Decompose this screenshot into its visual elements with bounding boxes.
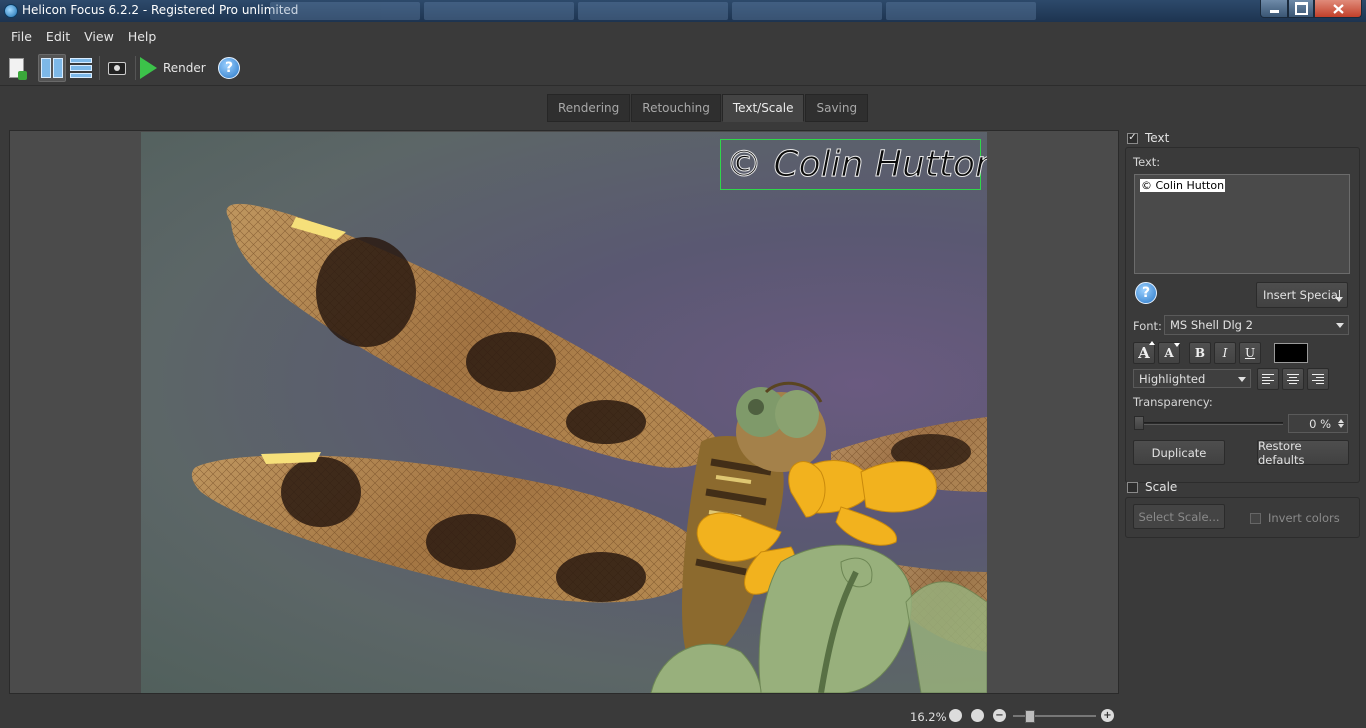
zoom-in-icon[interactable]: + — [1101, 709, 1114, 722]
scale-enabled-label: Scale — [1145, 480, 1178, 494]
dragonfly-photo[interactable]: © Colin Hutton — [141, 132, 987, 693]
text-input[interactable]: © Colin Hutton — [1134, 174, 1350, 274]
toolbar: Render ? — [0, 50, 1366, 86]
align-right-icon — [1312, 374, 1324, 384]
align-left-button[interactable] — [1257, 368, 1279, 390]
text-enabled-checkbox[interactable]: ✓ — [1127, 132, 1138, 144]
text-section-header: ✓ Text — [1127, 131, 1169, 145]
image-viewer[interactable]: © Colin Hutton — [9, 130, 1119, 694]
transparency-value: 0 % — [1309, 416, 1331, 431]
increase-font-button[interactable]: A — [1133, 341, 1155, 364]
stacked-view-button[interactable] — [68, 54, 94, 82]
font-increase-icon: A — [1138, 341, 1155, 362]
zoom-level: 16.2% — [910, 710, 947, 724]
text-scale-panel: ✓ Text Text: © Colin Hutton ? Insert Spe… — [1124, 128, 1360, 548]
text-style-select[interactable]: Highlighted — [1133, 369, 1251, 388]
italic-button[interactable]: I — [1214, 342, 1236, 364]
zoom-out-icon[interactable]: − — [993, 709, 1006, 722]
text-field-label: Text: — [1133, 155, 1161, 169]
scale-options-group: Select Scale... Invert colors — [1125, 497, 1360, 538]
tab-retouching[interactable]: Retouching — [631, 94, 721, 122]
font-select-value: MS Shell Dlg 2 — [1170, 318, 1253, 332]
invert-colors-option[interactable]: Invert colors — [1250, 511, 1340, 525]
menu-bar: File Edit View Help — [0, 22, 1366, 50]
help-icon: ? — [218, 57, 240, 79]
help-icon: ? — [1135, 282, 1157, 304]
title-bar: Helicon Focus 6.2.2 - Registered Pro unl… — [0, 0, 1366, 22]
menu-view[interactable]: View — [77, 29, 121, 44]
status-bar: 16.2% − + — [0, 702, 1366, 728]
transparency-label: Transparency: — [1133, 395, 1213, 409]
side-by-side-view-button[interactable] — [38, 54, 66, 82]
font-label: Font: — [1133, 319, 1162, 333]
text-color-swatch[interactable] — [1274, 343, 1308, 363]
chevron-down-icon — [1335, 297, 1343, 302]
text-enabled-label: Text — [1145, 131, 1170, 145]
insert-special-button[interactable]: Insert Special — [1256, 282, 1348, 308]
zoom-slider-thumb[interactable] — [1025, 710, 1035, 723]
spin-down-icon[interactable] — [1338, 424, 1344, 428]
duplicate-button[interactable]: Duplicate — [1133, 440, 1225, 465]
restore-defaults-button[interactable]: Restore defaults — [1257, 439, 1349, 467]
insert-special-label: Insert Special — [1263, 288, 1342, 302]
close-button[interactable] — [1314, 0, 1362, 18]
render-label: Render — [163, 61, 206, 75]
window-title: Helicon Focus 6.2.2 - Registered Pro unl… — [22, 3, 299, 17]
align-center-icon — [1287, 374, 1299, 384]
camera-icon — [108, 61, 126, 75]
scale-section-header: Scale — [1127, 480, 1177, 494]
menu-help[interactable]: Help — [121, 29, 164, 44]
font-decrease-icon: A — [1164, 343, 1180, 360]
new-project-button[interactable] — [4, 54, 28, 82]
menu-file[interactable]: File — [4, 29, 39, 44]
select-scale-button[interactable]: Select Scale... — [1133, 504, 1225, 529]
invert-colors-label: Invert colors — [1268, 511, 1340, 525]
new-document-icon — [8, 58, 27, 80]
transparency-slider-thumb[interactable] — [1134, 416, 1144, 430]
taskbar-ghost — [270, 2, 1036, 20]
tab-text-scale[interactable]: Text/Scale — [721, 94, 805, 122]
dragonfly-illustration — [191, 203, 987, 693]
transparency-slider-track[interactable] — [1135, 422, 1283, 425]
text-options-group: Text: © Colin Hutton ? Insert Special Fo… — [1125, 147, 1360, 483]
tab-saving[interactable]: Saving — [805, 94, 869, 122]
render-button[interactable]: Render — [140, 54, 210, 82]
align-right-button[interactable] — [1307, 368, 1329, 390]
align-left-icon — [1262, 374, 1274, 384]
split-columns-icon — [41, 58, 63, 78]
maximize-button[interactable] — [1288, 0, 1314, 18]
camera-button[interactable] — [104, 54, 130, 82]
mode-tabs: Rendering Retouching Text/Scale Saving — [547, 94, 869, 122]
app-icon — [4, 4, 18, 18]
close-icon — [1332, 3, 1344, 14]
tab-rendering[interactable]: Rendering — [547, 94, 631, 122]
font-select[interactable]: MS Shell Dlg 2 — [1164, 315, 1349, 335]
chevron-down-icon — [1238, 376, 1246, 382]
decrease-font-button[interactable]: A — [1158, 342, 1180, 364]
align-center-button[interactable] — [1282, 368, 1304, 390]
invert-colors-checkbox[interactable] — [1250, 512, 1261, 524]
scale-enabled-checkbox[interactable] — [1127, 481, 1138, 493]
menu-edit[interactable]: Edit — [39, 29, 77, 44]
split-rows-icon — [70, 58, 92, 78]
watermark-text[interactable]: © Colin Hutton — [726, 144, 987, 186]
fit-to-window-icon[interactable] — [971, 709, 984, 722]
chevron-down-icon — [1336, 323, 1344, 328]
actual-size-icon[interactable] — [949, 709, 962, 722]
underline-button[interactable]: U — [1239, 342, 1261, 364]
toolbar-separator — [99, 56, 100, 80]
text-help-button[interactable]: ? — [1135, 282, 1157, 304]
spin-up-icon[interactable] — [1338, 419, 1344, 423]
text-input-value: © Colin Hutton — [1140, 179, 1226, 192]
bold-button[interactable]: B — [1189, 342, 1211, 364]
transparency-spinbox[interactable]: 0 % — [1288, 414, 1348, 433]
play-icon — [140, 57, 157, 79]
minimize-button[interactable] — [1260, 0, 1288, 18]
help-button[interactable]: ? — [216, 54, 242, 82]
toolbar-separator — [135, 56, 136, 80]
text-style-value: Highlighted — [1139, 371, 1206, 386]
